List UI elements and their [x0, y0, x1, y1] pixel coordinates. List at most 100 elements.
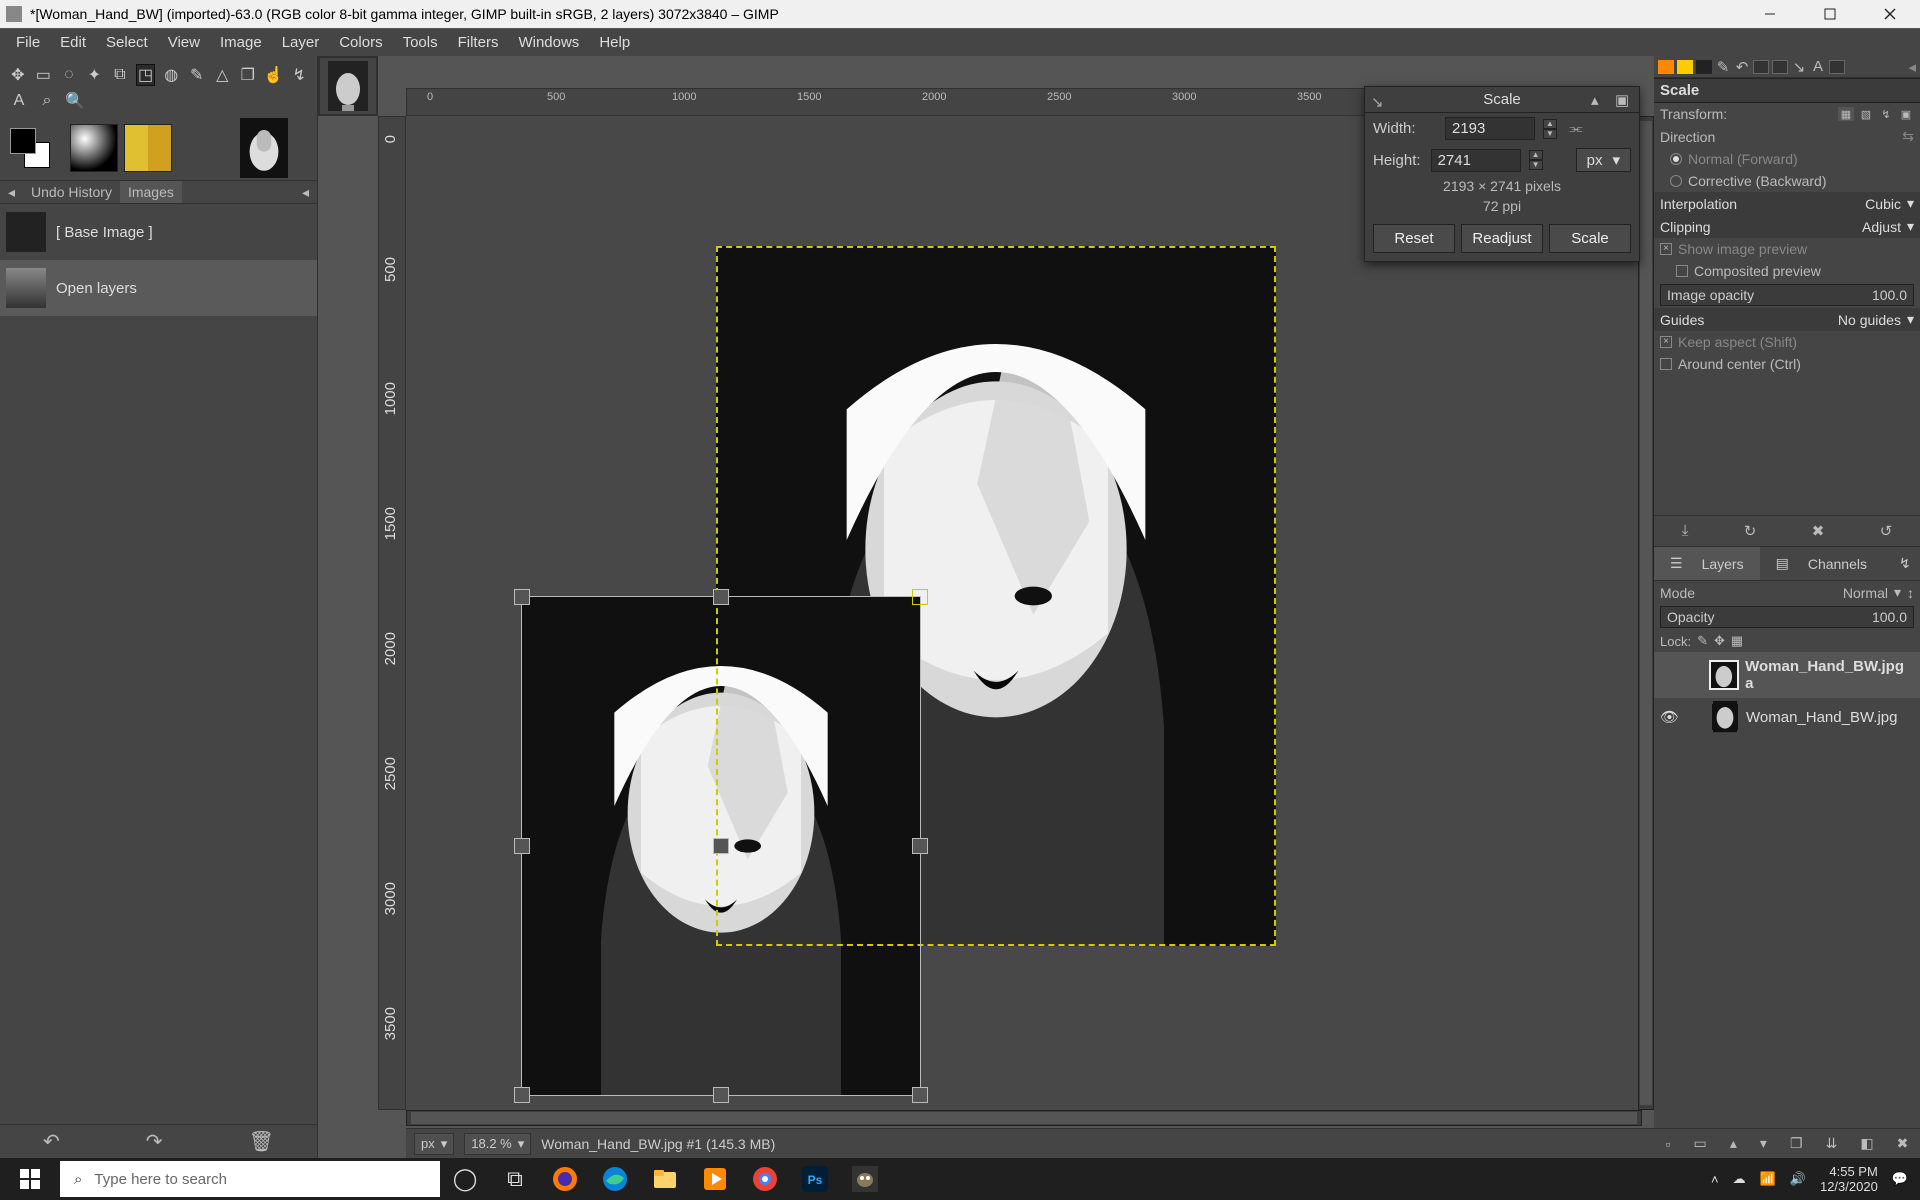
layer-item[interactable]: 👁 Woman_Hand_BW.jpg	[1654, 698, 1920, 736]
menu-file[interactable]: File	[6, 30, 50, 55]
tab-rect-icon[interactable]	[1829, 60, 1845, 74]
layer-item[interactable]: Woman_Hand_BW.jpg a	[1654, 652, 1920, 698]
scale-dialog-header[interactable]: ↘ Scale ▴ ▣	[1365, 87, 1639, 113]
tab-history-icon[interactable]: ↶	[1734, 60, 1750, 74]
duplicate-layer-icon[interactable]: ❐	[1790, 1135, 1803, 1152]
show-preview-check[interactable]: ×	[1660, 243, 1672, 255]
active-pattern[interactable]	[124, 124, 172, 172]
spin-up-icon[interactable]: ▲	[1529, 150, 1543, 160]
menu-tools[interactable]: Tools	[393, 30, 448, 55]
lock-alpha-icon[interactable]: ▦	[1731, 633, 1743, 649]
tab-device-status[interactable]	[1677, 60, 1693, 74]
raise-layer-icon[interactable]: ▴	[1730, 1135, 1737, 1152]
tool-bucket[interactable]: ◍	[161, 64, 181, 86]
image-opacity-field[interactable]: Image opacity 100.0	[1660, 284, 1914, 306]
foreground-background-swatch[interactable]	[10, 128, 50, 168]
tab-channels[interactable]: ▤Channels	[1760, 547, 1883, 580]
clipping-select[interactable]: Adjust▾	[1862, 218, 1914, 235]
tool-transform[interactable]: ◳	[136, 64, 156, 86]
menu-view[interactable]: View	[158, 30, 210, 55]
spin-down-icon[interactable]: ▼	[1543, 129, 1557, 139]
detach-icon[interactable]: ▣	[1615, 91, 1633, 109]
lower-layer-icon[interactable]: ▾	[1760, 1135, 1767, 1152]
mask-icon[interactable]: ◧	[1860, 1135, 1873, 1152]
menu-filters[interactable]: Filters	[448, 30, 509, 55]
rollup-icon[interactable]: ▴	[1591, 91, 1609, 109]
reset-preset-icon[interactable]: ↺	[1880, 522, 1893, 540]
tab-tool-options[interactable]	[1658, 60, 1674, 74]
start-button[interactable]	[0, 1169, 60, 1189]
layer-opacity-field[interactable]: Opacity 100.0	[1660, 606, 1914, 628]
tab-dropdown-icon[interactable]: ◂	[294, 184, 317, 201]
tool-path[interactable]: ↯	[289, 64, 309, 86]
tray-volume-icon[interactable]: 🔊	[1790, 1171, 1806, 1187]
lock-position-icon[interactable]: ✥	[1714, 633, 1725, 649]
around-center-check[interactable]	[1660, 358, 1672, 370]
ruler-vertical[interactable]: 0 500 1000 1500 2000 2500 3000 3500 4000	[378, 116, 406, 1110]
mode-select[interactable]: Normal▾ ↕	[1843, 584, 1914, 601]
merge-down-icon[interactable]: ⇊	[1826, 1135, 1838, 1152]
tool-smudge[interactable]: ☝	[264, 64, 284, 86]
tab-edit-icon[interactable]: ✎	[1715, 60, 1731, 74]
tab-undo-history[interactable]: Undo History	[23, 181, 120, 203]
taskbar-gimp[interactable]	[840, 1158, 890, 1200]
interpolation-select[interactable]: Cubic▾	[1865, 195, 1914, 212]
taskbar-photoshop[interactable]: Ps	[790, 1158, 840, 1200]
tab-something[interactable]	[1696, 60, 1712, 74]
notifications-icon[interactable]: 💬	[1892, 1171, 1908, 1187]
tool-free-select[interactable]: ◌	[59, 64, 79, 86]
tray-chevron-icon[interactable]: ˄	[1711, 1172, 1719, 1187]
history-item[interactable]: [ Base Image ]	[0, 204, 317, 260]
taskbar-firefox[interactable]	[540, 1158, 590, 1200]
taskbar-edge[interactable]	[590, 1158, 640, 1200]
delete-history-icon[interactable]: 🗑	[249, 1129, 274, 1154]
maximize-button[interactable]	[1800, 0, 1860, 28]
taskbar-explorer[interactable]	[640, 1158, 690, 1200]
radio-normal[interactable]	[1670, 153, 1682, 165]
redo-icon[interactable]: ↷	[146, 1129, 163, 1154]
canvas-vertical-scrollbar[interactable]	[1638, 116, 1654, 1110]
scale-button[interactable]: Scale	[1549, 224, 1631, 253]
spin-down-icon[interactable]: ▼	[1529, 160, 1543, 170]
tool-text[interactable]: A	[8, 90, 30, 112]
tool-rect-select[interactable]: ▭	[34, 64, 54, 86]
taskbar-clock[interactable]: 4:55 PM 12/3/2020	[1820, 1164, 1878, 1194]
transform-selection-icon[interactable]: ▧	[1858, 107, 1874, 121]
menu-select[interactable]: Select	[96, 30, 158, 55]
menu-edit[interactable]: Edit	[50, 30, 96, 55]
scale-width-input[interactable]	[1445, 117, 1535, 140]
new-group-icon[interactable]: ▭	[1694, 1135, 1707, 1152]
tab-images[interactable]: Images	[120, 181, 182, 203]
tab-layers[interactable]: ☰Layers	[1654, 547, 1760, 580]
tool-brush[interactable]: ✎	[187, 64, 207, 86]
tab-dropdown-icon[interactable]: ◂	[1908, 58, 1916, 76]
tool-clone[interactable]: ❐	[238, 64, 258, 86]
composited-check[interactable]	[1676, 265, 1688, 277]
tray-cloud-icon[interactable]: ☁	[1733, 1171, 1746, 1187]
tool-color-picker[interactable]: ⌕	[36, 90, 58, 112]
tab-arrow-icon[interactable]: ↘	[1791, 60, 1807, 74]
unit-select[interactable]: px▾	[1576, 148, 1631, 172]
restore-preset-icon[interactable]: ↻	[1744, 522, 1757, 540]
tool-zoom[interactable]: 🔍	[64, 90, 86, 112]
flip-horiz-icon[interactable]: ⇆	[1902, 128, 1914, 145]
scale-dialog[interactable]: ↘ Scale ▴ ▣ Width: ▲▼ ⫘ Height: ▲▼ px▾ 2…	[1364, 86, 1640, 262]
tab-text-icon[interactable]: A	[1810, 60, 1826, 74]
transform-layer-icon[interactable]: ▦	[1838, 107, 1854, 121]
tool-fuzzy-select[interactable]: ✦	[85, 64, 105, 86]
close-button[interactable]	[1860, 0, 1920, 28]
delete-preset-icon[interactable]: ✖	[1812, 522, 1825, 540]
menu-help[interactable]: Help	[589, 30, 640, 55]
zoom-select[interactable]: 18.2 %▾	[464, 1133, 531, 1155]
taskbar-search[interactable]: ⌕ Type here to search	[60, 1161, 440, 1197]
tab-box-icon[interactable]	[1753, 60, 1769, 74]
active-image-thumb[interactable]	[240, 124, 288, 172]
active-gradient[interactable]	[70, 124, 118, 172]
menu-layer[interactable]: Layer	[272, 30, 330, 55]
transform-path-icon[interactable]: ↯	[1878, 107, 1894, 121]
task-view-icon[interactable]: ⧉	[490, 1158, 540, 1200]
tool-eraser[interactable]: △	[212, 64, 232, 86]
menu-image[interactable]: Image	[210, 30, 272, 55]
tab-box2-icon[interactable]	[1772, 60, 1788, 74]
tool-crop[interactable]: ⧉	[110, 64, 130, 86]
